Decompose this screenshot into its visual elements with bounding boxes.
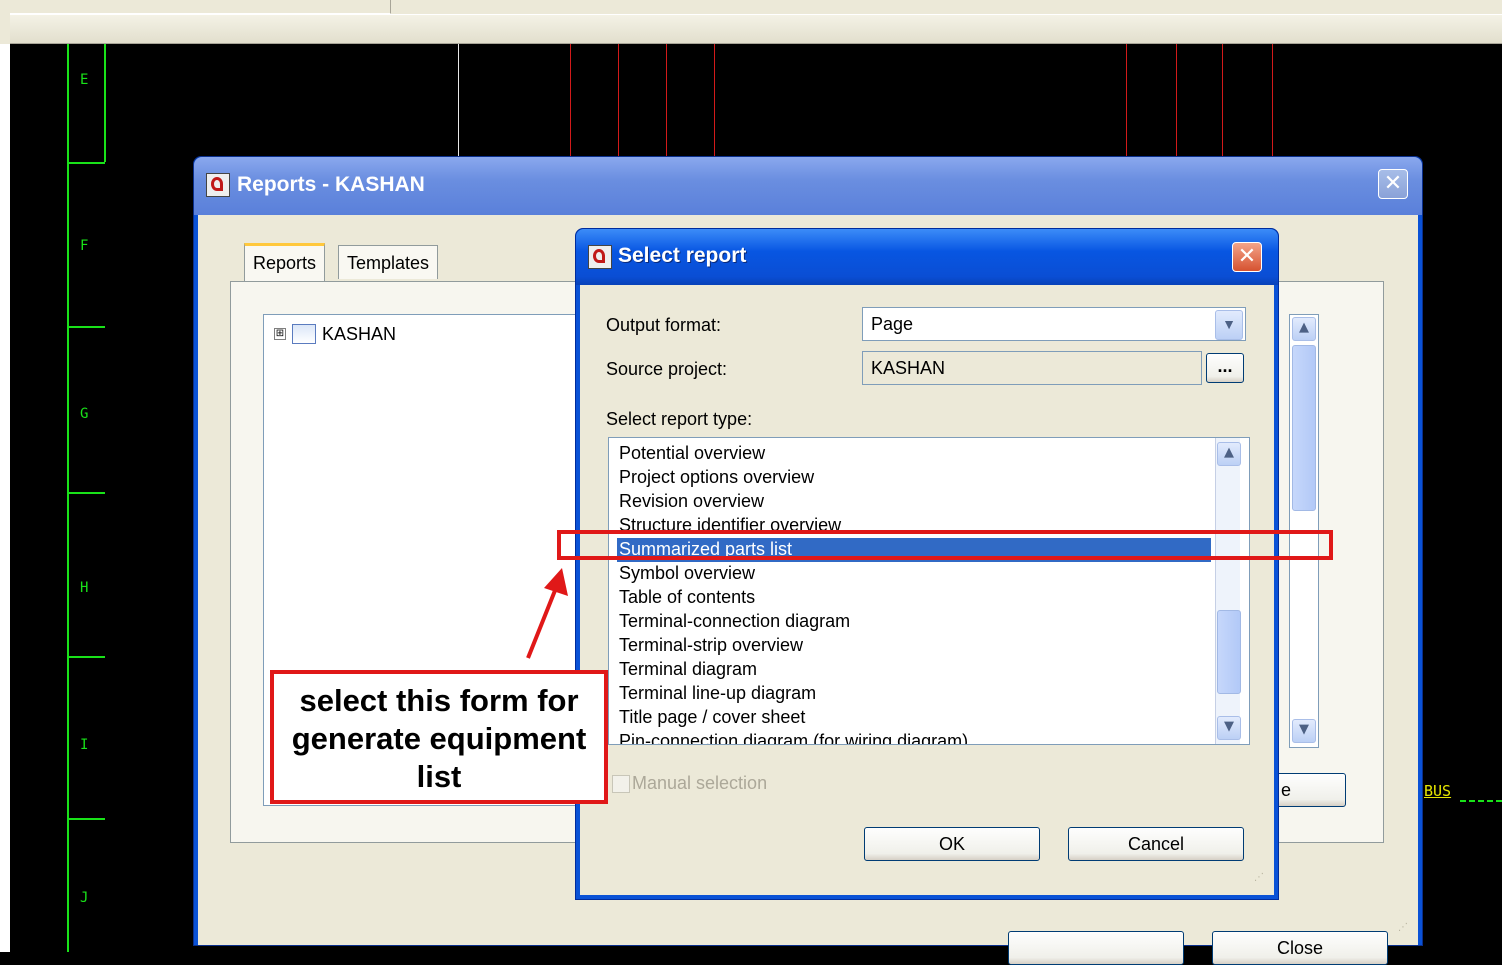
- list-item[interactable]: Title page / cover sheet: [619, 706, 1213, 730]
- callout-arrow: [526, 568, 568, 659]
- select-report-close-icon[interactable]: ✕: [1232, 242, 1262, 272]
- manual-selection-checkbox[interactable]: [612, 775, 630, 793]
- toolbar-tab: [10, 0, 391, 14]
- tree-item-label: KASHAN: [322, 323, 397, 344]
- manual-selection-label: Manual selection: [632, 773, 768, 793]
- row-label-i: I: [80, 737, 89, 753]
- row-label-f: F: [80, 238, 89, 254]
- list-item[interactable]: Revision overview: [619, 490, 1213, 514]
- report-type-label: Select report type:: [606, 409, 753, 429]
- top-toolbar: [0, 0, 1502, 44]
- tree-item-kashan[interactable]: ⊞ KASHAN: [274, 323, 396, 345]
- list-item[interactable]: Potential overview: [619, 442, 1213, 466]
- output-format-label: Output format:: [606, 315, 722, 335]
- reports-window-title: Reports - KASHAN: [237, 173, 425, 196]
- list-item[interactable]: Table of contents: [619, 586, 1213, 610]
- list-scrollbar[interactable]: ▲ ▼: [1215, 438, 1241, 744]
- source-project-field: KASHAN: [862, 351, 1202, 385]
- close-button[interactable]: Close: [1212, 931, 1388, 965]
- scroll-up-icon[interactable]: ▲: [1217, 442, 1241, 466]
- project-icon: [292, 324, 316, 344]
- row-label-g: G: [80, 406, 89, 422]
- resize-grip-icon[interactable]: ⋰: [1254, 873, 1270, 891]
- reports-close-icon[interactable]: ✕: [1378, 169, 1408, 199]
- list-item[interactable]: Pin-connection diagram (for wiring diagr…: [619, 730, 1213, 744]
- scroll-up-icon[interactable]: ▲: [1292, 317, 1316, 341]
- cancel-button[interactable]: Cancel: [1068, 827, 1244, 861]
- row-label-e: E: [80, 72, 89, 88]
- hidden-button[interactable]: [1008, 931, 1184, 965]
- scroll-down-icon[interactable]: ▼: [1217, 716, 1241, 740]
- list-item[interactable]: Terminal line-up diagram: [619, 682, 1213, 706]
- output-format-value: Page: [871, 314, 914, 334]
- scroll-down-icon[interactable]: ▼: [1292, 719, 1316, 743]
- row-label-j: J: [80, 890, 89, 906]
- tab-templates[interactable]: Templates: [338, 245, 439, 279]
- list-item[interactable]: Project options overview: [619, 466, 1213, 490]
- app-logo-icon: [206, 173, 230, 197]
- resize-grip-icon[interactable]: ⋰: [1398, 923, 1414, 941]
- highlight-box: [557, 530, 1333, 560]
- ok-button[interactable]: OK: [864, 827, 1040, 861]
- report-type-list[interactable]: Potential overview Project options overv…: [608, 437, 1250, 745]
- list-item[interactable]: Terminal diagram: [619, 658, 1213, 682]
- chevron-down-icon[interactable]: ▼: [1215, 310, 1243, 340]
- expand-icon[interactable]: ⊞: [274, 328, 286, 340]
- toolbar-strip: [10, 14, 1502, 44]
- annotation-callout: select this form for generate equipment …: [270, 670, 608, 804]
- tab-reports[interactable]: Reports: [244, 243, 326, 281]
- list-item[interactable]: Terminal-strip overview: [619, 634, 1213, 658]
- left-margin: [0, 0, 10, 952]
- scroll-thumb[interactable]: [1217, 610, 1241, 694]
- browse-button[interactable]: ...: [1206, 353, 1244, 383]
- select-report-body: Output format: Page ▼ Source project: KA…: [580, 285, 1274, 895]
- reports-titlebar[interactable]: Reports - KASHAN ✕: [194, 157, 1422, 215]
- output-format-select[interactable]: Page ▼: [862, 307, 1246, 341]
- source-project-label: Source project:: [606, 359, 728, 379]
- app-logo-icon: [588, 245, 612, 269]
- select-report-dialog: Select report ✕ Output format: Page ▼ So…: [575, 228, 1279, 900]
- select-report-title: Select report: [618, 244, 747, 267]
- scroll-thumb[interactable]: [1292, 345, 1316, 511]
- row-label-h: H: [80, 580, 89, 596]
- bus-label: BUS: [1424, 782, 1452, 800]
- select-report-titlebar[interactable]: Select report ✕: [576, 229, 1278, 285]
- bus-line: [1460, 800, 1502, 802]
- list-item[interactable]: Terminal-connection diagram: [619, 610, 1213, 634]
- list-item[interactable]: Symbol overview: [619, 562, 1213, 586]
